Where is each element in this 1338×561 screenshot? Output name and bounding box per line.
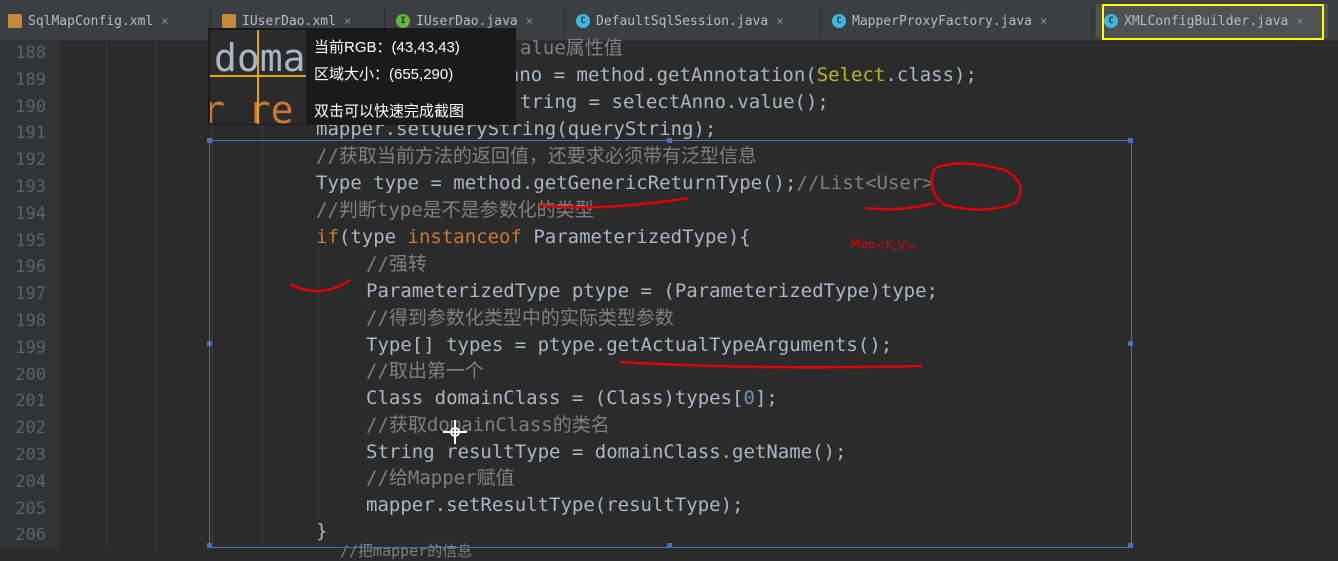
underline-annotation xyxy=(864,201,936,211)
handwritten-note: Map<K,V> xyxy=(850,236,916,253)
underline-annotation xyxy=(619,360,923,369)
crosshair-cursor-icon xyxy=(443,420,467,444)
curve-annotation xyxy=(289,278,351,293)
circle-annotation xyxy=(930,162,1022,211)
red-annotation-layer: Map<K,V> xyxy=(289,162,1022,369)
underline-annotation xyxy=(539,196,689,209)
